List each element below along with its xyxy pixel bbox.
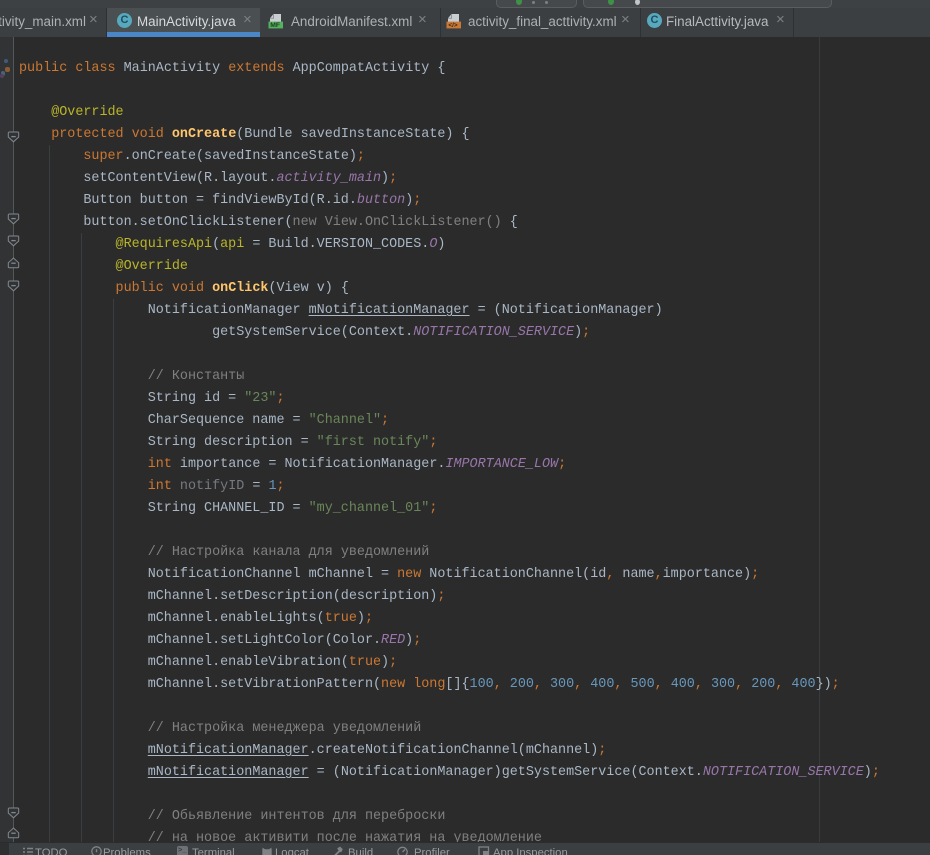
svg-text:</>: </> [448,22,458,29]
svg-text:MF: MF [270,22,280,29]
